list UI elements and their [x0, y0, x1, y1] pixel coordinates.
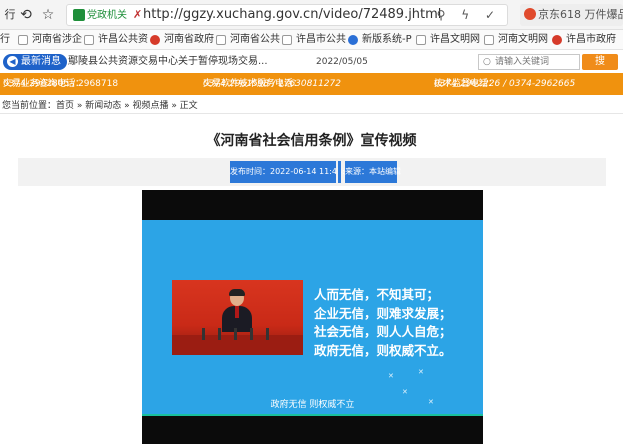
bookmarks-bar: 行 河南省涉企 许昌公共资 河南省政府 河南省公共 许昌市公共 新版系统-P 许…	[0, 30, 623, 50]
address-bar[interactable]: 党政机关 ✗ http://ggzy.xuchang.gov.cn/video/…	[66, 4, 508, 26]
meta-divider	[338, 161, 341, 183]
system-icon	[348, 35, 358, 45]
promo-icon	[524, 8, 536, 20]
blocked-content-icon[interactable]: ✗	[133, 8, 142, 22]
refresh-icon[interactable]: ⟲	[16, 5, 36, 25]
bookmark-more[interactable]: 行	[0, 30, 10, 49]
video-player[interactable]: 人而无信，不知其可； 企业无信，则难求发展； 社会无信，则人人自危； 政府无信，…	[142, 190, 483, 444]
video-slogan: 人而无信，不知其可； 企业无信，则难求发展； 社会无信，则人人自危； 政府无信，…	[314, 287, 452, 358]
bookmark-item[interactable]: 许昌文明网	[416, 30, 480, 49]
emblem-icon	[150, 35, 160, 45]
supervise-hotline: 技术监督电话： 0374-2962226 / 0374-2962665	[434, 79, 576, 89]
bookmark-star-icon[interactable]: ☆	[38, 5, 58, 25]
software-hotline: 交易软件技术服务电话： 0374-2961598 / 17630811272	[203, 79, 341, 89]
news-headline[interactable]: 鄢陵县公共资源交易中心关于暂停现场交易...	[68, 55, 268, 69]
news-strip: ◀ 最新消息 鄢陵县公共资源交易中心关于暂停现场交易... 2022/05/05…	[0, 52, 623, 83]
speaker-photo	[172, 280, 303, 355]
url-text[interactable]: http://ggzy.xuchang.gov.cn/video/72489.j…	[143, 7, 441, 23]
bookmark-item[interactable]: 许昌市政府	[552, 30, 616, 49]
search-input[interactable]	[495, 55, 579, 69]
bookmark-item[interactable]: 河南省政府	[150, 30, 214, 49]
podium	[172, 335, 303, 355]
speaker-icon: ◀	[7, 56, 18, 67]
video-progress-line	[142, 414, 483, 416]
site-search[interactable]: ○	[478, 54, 580, 70]
bookmark-item[interactable]: 许昌公共资	[84, 30, 148, 49]
sparkle-icon: ✕	[402, 388, 408, 396]
search-icon: ○	[483, 57, 491, 67]
page-icon	[84, 35, 94, 45]
page-icon	[18, 35, 28, 45]
speaker-figure	[222, 289, 252, 332]
search-button[interactable]: 搜 索	[582, 54, 618, 83]
gov-shield-icon	[73, 9, 85, 21]
secure-label: 党政机关	[87, 10, 127, 21]
article-source: 来源：本站编辑	[345, 161, 401, 183]
news-date: 2022/05/05	[316, 57, 368, 67]
bookmark-item[interactable]: 新版系统-P	[348, 30, 412, 49]
promo-text: 京东618 万件爆品5	[538, 8, 623, 21]
url-tools[interactable]: ⚲ ϟ ✓	[437, 8, 501, 22]
browser-toolbar: 行 ⟲ ☆ 党政机关 ✗ http://ggzy.xuchang.gov.cn/…	[0, 0, 623, 30]
bookmark-item[interactable]: 河南文明网	[484, 30, 548, 49]
page-icon	[416, 35, 426, 45]
sparkle-icon: ✕	[418, 368, 424, 376]
page-icon	[282, 35, 292, 45]
news-badge: ◀ 最新消息	[3, 54, 67, 70]
publish-time: 发布时间：2022-06-14 11:43:20	[230, 161, 355, 183]
hotline-strip: 交易业务咨询电话： 0374-2962805 / 2968718 交易软件技术服务…	[0, 73, 623, 95]
video-frame: 人而无信，不知其可； 企业无信，则难求发展； 社会无信，则人人自危； 政府无信，…	[142, 220, 483, 415]
page-icon	[484, 35, 494, 45]
sparkle-icon: ✕	[388, 372, 394, 380]
video-caption: 政府无信 则权威不立	[270, 400, 355, 410]
page-title: 《河南省社会信用条例》宣传视频	[206, 133, 417, 149]
breadcrumb[interactable]: 您当前位置：首页 » 新闻动态 » 视频点播 » 正文	[0, 98, 623, 114]
page-icon	[216, 35, 226, 45]
bookmark-item[interactable]: 河南省涉企	[18, 30, 82, 49]
promo-search-box[interactable]: 京东618 万件爆品5	[520, 4, 623, 26]
bookmark-item[interactable]: 许昌市公共	[282, 30, 346, 49]
bookmark-item[interactable]: 河南省公共	[216, 30, 280, 49]
emblem-icon	[552, 35, 562, 45]
